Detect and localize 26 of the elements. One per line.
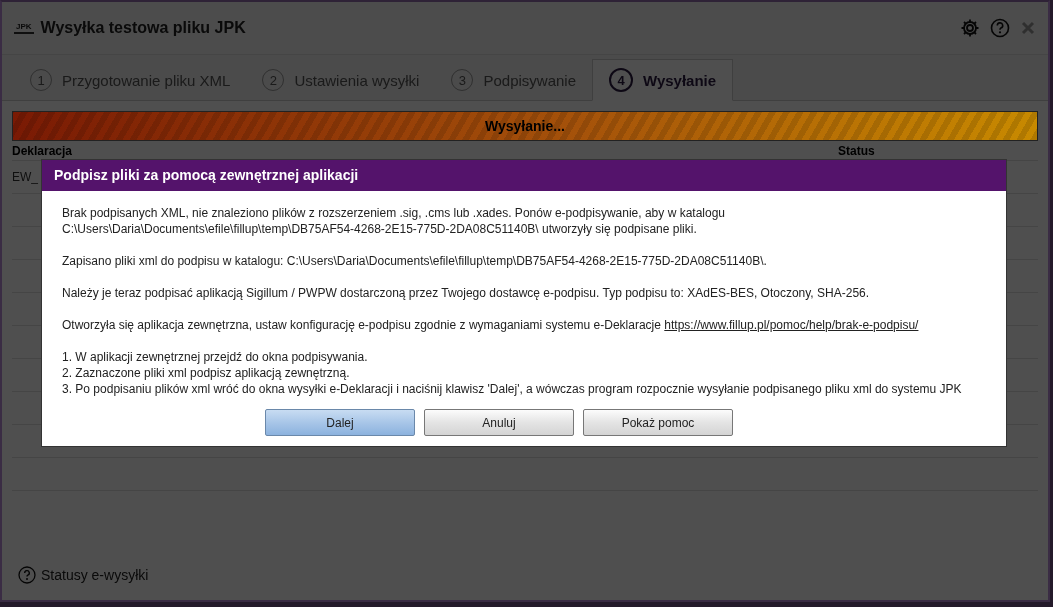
app-logo: JPK — [14, 22, 34, 34]
dialog-button[interactable]: Anuluj — [424, 409, 574, 436]
table-cell: EW_ — [12, 170, 38, 184]
close-icon[interactable] — [1020, 20, 1036, 36]
progress-label: Wysyłanie... — [484, 117, 566, 136]
help-icon[interactable] — [18, 566, 36, 584]
message-text: Należy je teraz podpisać aplikacją Sigillum / PWPW dostarczoną przez Twojego dostawcę e-podpisu. Typ podpisu to: XAdES-BES, Otoczony, SHA-256. — [62, 286, 870, 300]
help-link[interactable]: https://www.fillup.pl/pomoc/help/brak-e-podpisu/ — [664, 318, 919, 332]
column-header: Deklaracja — [12, 144, 74, 158]
status-link[interactable]: Statusy e-wysyłki — [18, 566, 149, 584]
message-text: Brak podpisanych XML, nie znaleziono plików z rozszerzeniem .sig, .cms lub .xades. Ponów e-podpisywanie, aby w katalogu C:\Users\Daria\Documents\efile\fillup\temp\DB75AF54-4268-2E15-775D-2DA08C51140B\ utworzyły się podpisane pliki. — [62, 206, 725, 236]
message-text: Otworzyła się aplikacja zewnętrzna, ustaw konfigurację e-podpisu zgodnie z wymaganiami systemu e-Deklaracje — [62, 318, 661, 332]
step-number: 4 — [609, 68, 634, 92]
dialog-button[interactable]: Pokaż pomoc — [583, 409, 733, 436]
message-text: 3. Po podpisaniu plików xml wróć do okna wysyłki e-Deklaracji i naciśnij klawisz 'Dalej', a wówczas program rozpocznie wysyłanie podpisanego pliku xml do systemu JPK — [62, 382, 962, 396]
window-title: Wysyłka testowa pliku JPK — [40, 19, 246, 37]
dialog-button[interactable]: Dalej — [265, 409, 415, 436]
message-text: 1. W aplikacji zewnętrznej przejdź do okna podpisywania. — [62, 350, 368, 364]
column-header: Status — [838, 144, 876, 158]
message-text: Zapisano pliki xml do podpisu w katalogu: C:\Users\Daria\Documents\efile\fillup\temp\DB75AF54-4268-2E15-775D-2DA08C51140B\. — [62, 254, 767, 268]
step-label: Wysyłanie — [643, 71, 717, 89]
help-icon[interactable] — [990, 18, 1010, 38]
step-tab[interactable]: 4 Wysyłanie — [592, 59, 734, 101]
dialog-title: Podpisz pliki za pomocą zewnętrznej aplikacji — [42, 160, 1006, 191]
message-text: 2. Zaznaczone pliki xml podpisz aplikacją zewnętrzną. — [62, 366, 350, 380]
settings-icon[interactable] — [960, 18, 980, 38]
